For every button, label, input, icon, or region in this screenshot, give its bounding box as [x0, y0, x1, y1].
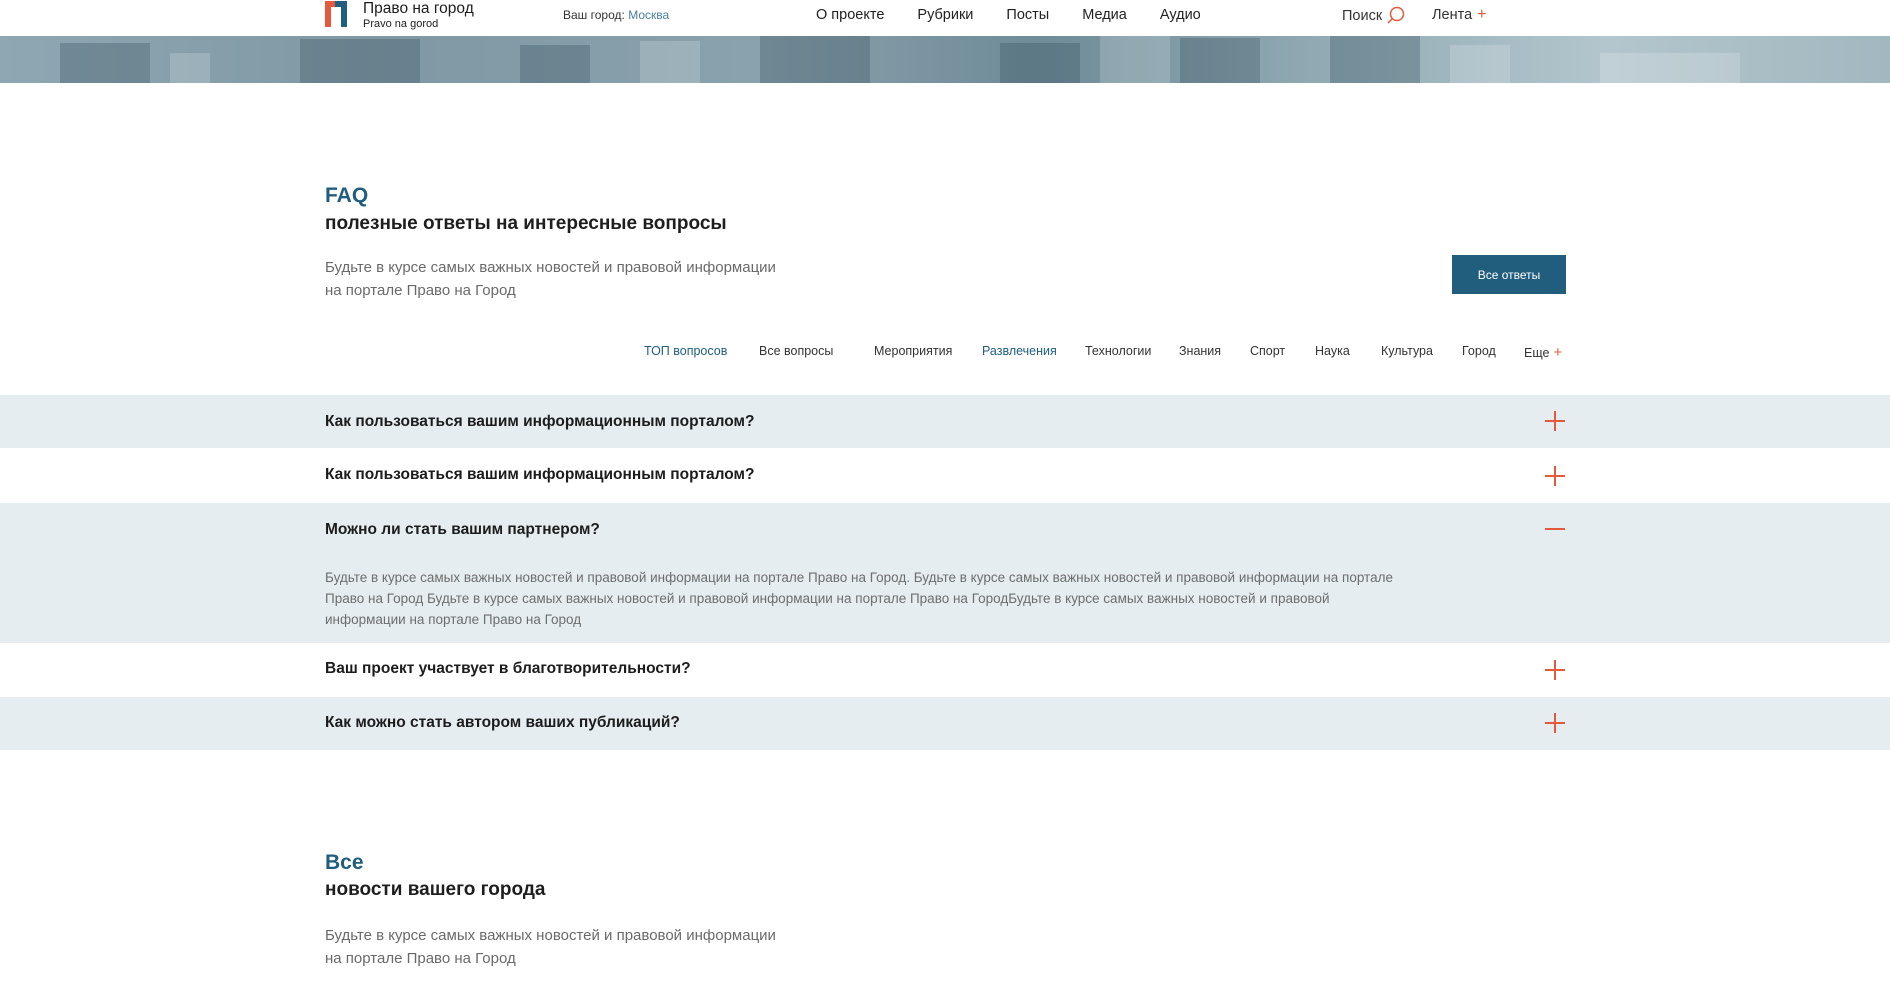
- faq-description: Будьте в курсе самых важных новостей и п…: [325, 256, 805, 302]
- banner-building: [300, 39, 420, 83]
- nav-item-about[interactable]: О проекте: [816, 7, 884, 23]
- banner-building: [1100, 36, 1170, 83]
- banner-building: [640, 41, 700, 83]
- faq-question[interactable]: Можно ли стать вашим партнером?: [325, 521, 600, 539]
- tab-sport[interactable]: Спорт: [1250, 344, 1285, 358]
- banner-building: [1600, 53, 1740, 83]
- faq-description-line: на портале Право на Город: [325, 282, 516, 299]
- banner-building: [520, 45, 590, 83]
- faq-question[interactable]: Как можно стать автором ваших публикаций…: [325, 714, 680, 732]
- nav-item-media[interactable]: Медиа: [1082, 7, 1127, 23]
- tab-technology[interactable]: Технологии: [1085, 344, 1151, 358]
- faq-question[interactable]: Как пользоваться вашим информационным по…: [325, 466, 754, 484]
- banner-building: [1180, 38, 1260, 83]
- site-logo[interactable]: Право на город Pravo na gorod: [325, 0, 485, 34]
- news-description: Будьте в курсе самых важных новостей и п…: [325, 924, 805, 970]
- news-subtitle: новости вашего города: [325, 879, 546, 900]
- expand-plus-icon[interactable]: [1543, 409, 1567, 433]
- faq-question[interactable]: Ваш проект участвует в благотворительнос…: [325, 660, 691, 678]
- banner-building: [170, 53, 210, 83]
- logo-subtitle: Pravo na gorod: [363, 18, 439, 30]
- banner-building: [1330, 36, 1420, 83]
- search-icon: [1387, 6, 1405, 24]
- banner-building: [760, 36, 870, 83]
- faq-item-expanded[interactable]: Можно ли стать вашим партнером? Будьте в…: [0, 503, 1890, 643]
- banner-building: [60, 43, 150, 83]
- nav-item-posts[interactable]: Посты: [1006, 7, 1049, 23]
- faq-category-tabs: ТОП вопросов Все вопросы Мероприятия Раз…: [0, 344, 1890, 361]
- tab-knowledge[interactable]: Знания: [1179, 344, 1221, 358]
- feed-label: Лента: [1432, 7, 1473, 23]
- expand-plus-icon[interactable]: [1543, 464, 1567, 488]
- tab-entertainment[interactable]: Развлечения: [982, 344, 1057, 358]
- news-description-line: на портале Право на Город: [325, 950, 516, 967]
- logo-name: Право на город: [363, 0, 474, 17]
- logo-mark-icon: [325, 1, 347, 27]
- city-label: Ваш город:: [563, 8, 625, 22]
- faq-question[interactable]: Как пользоваться вашим информационным по…: [325, 413, 754, 431]
- hero-banner-image: [0, 36, 1890, 83]
- all-answers-button[interactable]: Все ответы: [1452, 255, 1566, 294]
- faq-item[interactable]: Как пользоваться вашим информационным по…: [0, 448, 1890, 503]
- faq-item[interactable]: Ваш проект участвует в благотворительнос…: [0, 643, 1890, 697]
- search-button[interactable]: Поиск: [1342, 6, 1406, 26]
- city-value[interactable]: Москва: [628, 8, 669, 22]
- faq-item[interactable]: Как пользоваться вашим информационным по…: [0, 395, 1890, 448]
- city-selector[interactable]: Ваш город: Москва: [563, 8, 669, 22]
- faq-answer: Будьте в курсе самых важных новостей и п…: [325, 570, 1393, 627]
- faq-title: FAQ: [325, 184, 369, 207]
- collapse-minus-icon[interactable]: [1543, 517, 1567, 541]
- nav-item-rubrics[interactable]: Рубрики: [917, 7, 973, 23]
- news-description-line: Будьте в курсе самых важных новостей и п…: [325, 927, 776, 944]
- faq-item[interactable]: Как можно стать автором ваших публикаций…: [0, 697, 1890, 750]
- tab-more[interactable]: Еще +: [1524, 344, 1562, 361]
- tab-science[interactable]: Наука: [1315, 344, 1350, 358]
- banner-building: [1000, 43, 1080, 83]
- tab-culture[interactable]: Культура: [1381, 344, 1433, 358]
- faq-subtitle: полезные ответы на интересные вопросы: [325, 213, 727, 234]
- plus-icon: +: [1553, 344, 1563, 361]
- nav-item-audio[interactable]: Аудио: [1160, 7, 1201, 23]
- main-nav: О проекте Рубрики Посты Медиа Аудио: [816, 7, 1234, 23]
- faq-description-line: Будьте в курсе самых важных новостей и п…: [325, 259, 776, 276]
- tab-top-questions[interactable]: ТОП вопросов: [644, 344, 727, 358]
- tab-more-label: Еще: [1524, 346, 1550, 360]
- expand-plus-icon[interactable]: [1543, 711, 1567, 735]
- tab-city[interactable]: Город: [1462, 344, 1496, 358]
- tab-all-questions[interactable]: Все вопросы: [759, 344, 833, 358]
- news-title: Все: [325, 851, 364, 874]
- site-header: Право на город Pravo na gorod Ваш город:…: [0, 0, 1890, 36]
- search-label: Поиск: [1342, 8, 1383, 24]
- feed-button[interactable]: Лента +: [1432, 6, 1486, 24]
- banner-building: [1450, 45, 1510, 83]
- expand-plus-icon[interactable]: [1543, 658, 1567, 682]
- plus-icon: +: [1477, 6, 1487, 23]
- tab-events[interactable]: Мероприятия: [874, 344, 952, 358]
